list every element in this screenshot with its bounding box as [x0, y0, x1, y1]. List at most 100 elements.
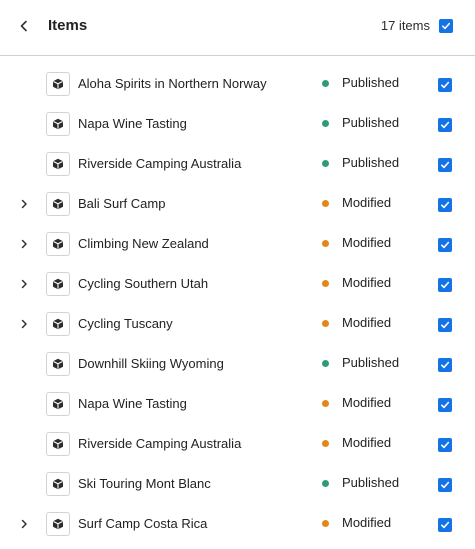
status-indicator — [322, 120, 329, 127]
checkmark-icon — [441, 441, 450, 449]
item-checkbox[interactable] — [438, 238, 452, 252]
item-list: Aloha Spirits in Northern Norway Publishe… — [0, 64, 475, 544]
status-label: Modified — [342, 395, 392, 410]
status-indicator — [322, 480, 329, 487]
item-type-icon — [46, 232, 70, 256]
cube-icon — [53, 398, 63, 410]
back-button[interactable] — [12, 14, 36, 38]
status-indicator — [322, 320, 329, 327]
checkmark-icon — [441, 161, 450, 169]
item-checkbox[interactable] — [438, 78, 452, 92]
list-item[interactable]: Surf Camp Costa Rica Modified — [0, 504, 475, 544]
cube-icon — [53, 518, 63, 530]
status-label: Modified — [342, 235, 392, 250]
status-label: Published — [342, 475, 400, 490]
item-checkbox[interactable] — [438, 118, 452, 132]
select-all-checkbox[interactable] — [439, 19, 453, 33]
cube-icon — [53, 358, 63, 370]
item-type-icon — [46, 312, 70, 336]
chevron-right-icon — [21, 239, 27, 249]
item-type-icon — [46, 432, 70, 456]
list-item[interactable]: Climbing New Zealand Modified — [0, 224, 475, 264]
expand-button[interactable] — [14, 234, 34, 254]
chevron-right-icon — [21, 279, 27, 289]
item-name: Downhill Skiing Wyoming — [78, 356, 224, 371]
cube-icon — [53, 78, 63, 90]
item-checkbox[interactable] — [438, 198, 452, 212]
expand-button[interactable] — [14, 274, 34, 294]
item-name: Surf Camp Costa Rica — [78, 516, 208, 531]
item-name: Napa Wine Tasting — [78, 116, 187, 131]
checkmark-icon — [441, 81, 450, 89]
list-item[interactable]: Cycling Tuscany Modified — [0, 304, 475, 344]
list-item[interactable]: Riverside Camping Australia Published — [0, 144, 475, 184]
cube-icon — [53, 198, 63, 210]
cube-icon — [53, 238, 63, 250]
item-checkbox[interactable] — [438, 438, 452, 452]
item-type-icon — [46, 272, 70, 296]
status-label: Modified — [342, 515, 392, 530]
status-label: Published — [342, 155, 400, 170]
status-label: Published — [342, 115, 400, 130]
expand-button[interactable] — [14, 314, 34, 334]
item-name: Cycling Southern Utah — [78, 276, 209, 291]
list-item[interactable]: Napa Wine Tasting Published — [0, 104, 475, 144]
status-indicator — [322, 440, 329, 447]
item-name: Cycling Tuscany — [78, 316, 173, 331]
status-indicator — [322, 160, 329, 167]
item-name: Climbing New Zealand — [78, 236, 209, 251]
status-indicator — [322, 520, 329, 527]
checkmark-icon — [441, 521, 450, 529]
item-checkbox[interactable] — [438, 278, 452, 292]
item-count: 17 items — [380, 18, 430, 33]
expand-button[interactable] — [14, 194, 34, 214]
item-checkbox[interactable] — [438, 478, 452, 492]
item-checkbox[interactable] — [438, 158, 452, 172]
status-indicator — [322, 280, 329, 287]
item-name: Bali Surf Camp — [78, 196, 166, 211]
list-item[interactable]: Aloha Spirits in Northern Norway Publishe… — [0, 64, 475, 104]
status-indicator — [322, 240, 329, 247]
item-name: Riverside Camping Australia — [78, 156, 242, 171]
checkmark-icon — [441, 241, 450, 249]
item-type-icon — [46, 392, 70, 416]
list-item[interactable]: Downhill Skiing Wyoming Published — [0, 344, 475, 384]
status-label: Modified — [342, 195, 392, 210]
checkmark-icon — [441, 201, 450, 209]
item-type-icon — [46, 152, 70, 176]
cube-icon — [53, 278, 63, 290]
item-checkbox[interactable] — [438, 318, 452, 332]
chevron-left-icon — [20, 20, 27, 32]
list-item[interactable]: Cycling Southern Utah Modified — [0, 264, 475, 304]
list-item[interactable]: Napa Wine Tasting Modified — [0, 384, 475, 424]
list-item[interactable]: Ski Touring Mont Blanc Published — [0, 464, 475, 504]
status-label: Published — [342, 355, 400, 370]
item-type-icon — [46, 112, 70, 136]
status-label: Modified — [342, 435, 392, 450]
status-label: Modified — [342, 275, 392, 290]
checkmark-icon — [441, 281, 450, 289]
chevron-right-icon — [21, 199, 27, 209]
expand-button[interactable] — [14, 514, 34, 534]
item-type-icon — [46, 512, 70, 536]
checkmark-icon — [441, 361, 450, 369]
cube-icon — [53, 158, 63, 170]
page-title: Items — [48, 17, 88, 34]
list-item[interactable]: Riverside Camping Australia Modified — [0, 424, 475, 464]
chevron-right-icon — [21, 319, 27, 329]
checkmark-icon — [441, 481, 450, 489]
item-type-icon — [46, 352, 70, 376]
item-checkbox[interactable] — [438, 518, 452, 532]
status-indicator — [322, 200, 329, 207]
item-checkbox[interactable] — [438, 398, 452, 412]
checkmark-icon — [442, 22, 451, 30]
status-label: Modified — [342, 315, 392, 330]
status-indicator — [322, 80, 329, 87]
chevron-right-icon — [21, 519, 27, 529]
checkmark-icon — [441, 321, 450, 329]
panel-header: Items 17 items — [0, 0, 475, 56]
item-checkbox[interactable] — [438, 358, 452, 372]
item-type-icon — [46, 192, 70, 216]
list-item[interactable]: Bali Surf Camp Modified — [0, 184, 475, 224]
item-type-icon — [46, 72, 70, 96]
